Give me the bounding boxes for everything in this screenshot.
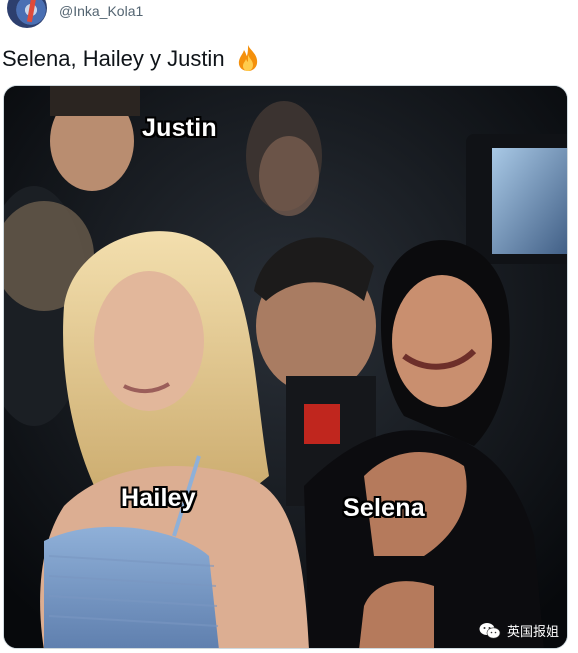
label-hailey: Hailey	[121, 484, 196, 512]
user-handle[interactable]: @Inka_Kola1	[59, 3, 143, 19]
watermark-text: 英国报姐	[506, 624, 559, 639]
tweet-media[interactable]: Justin Hailey Selena 英国报姐	[3, 85, 568, 649]
meme-photo	[4, 86, 567, 648]
tweet-header: @Inka_Kola1	[0, 0, 578, 28]
label-justin: Justin	[142, 114, 217, 142]
tweet-text: Selena, Hailey y Justin	[2, 44, 261, 74]
tweet-text-content: Selena, Hailey y Justin	[2, 46, 225, 71]
watermark: 英国报姐	[479, 621, 559, 640]
fire-icon	[235, 44, 261, 72]
label-selena: Selena	[343, 494, 425, 522]
wechat-icon	[479, 622, 501, 640]
avatar[interactable]	[7, 0, 47, 28]
